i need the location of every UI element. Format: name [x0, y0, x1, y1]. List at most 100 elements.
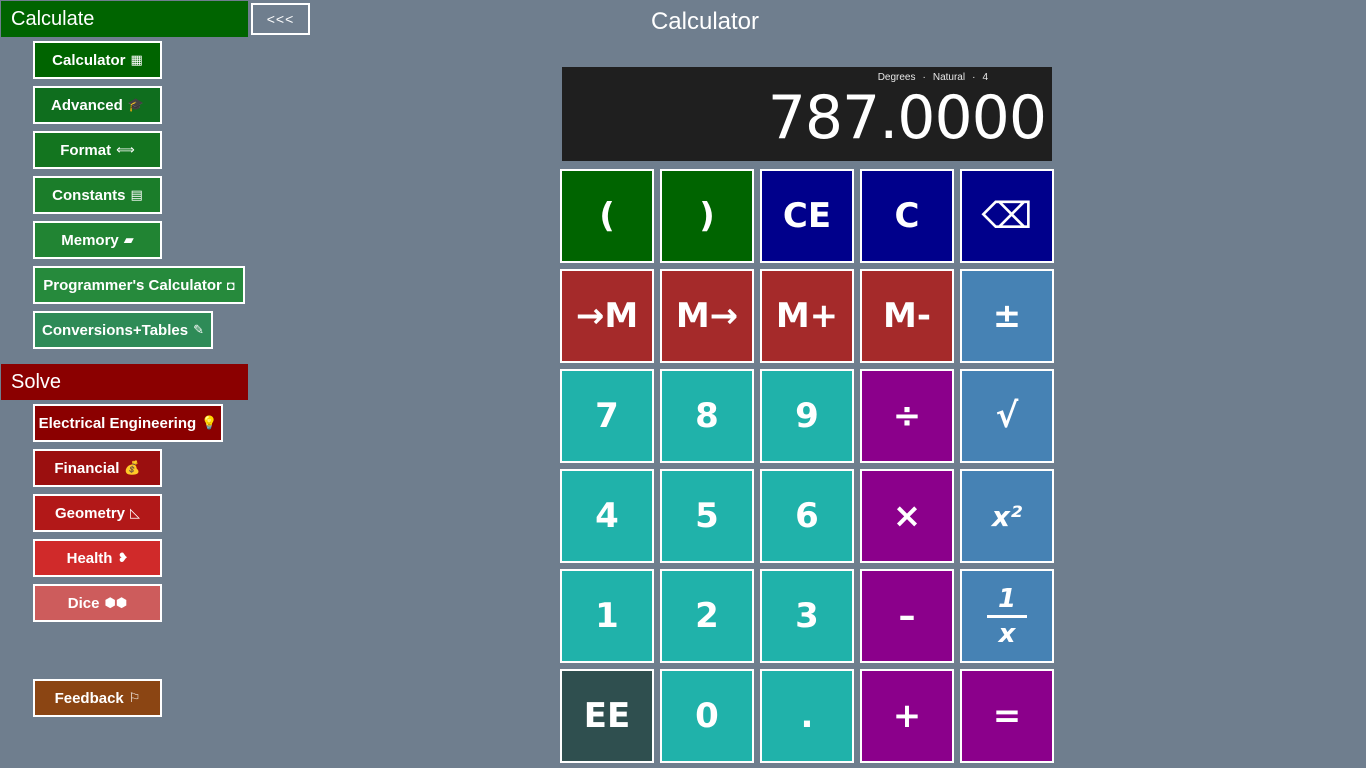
- key-label: 0: [695, 696, 719, 736]
- clear-entry-key[interactable]: CE: [760, 169, 854, 263]
- nav-button-advanced[interactable]: Advanced 🎓: [33, 86, 162, 124]
- key-label: 6: [795, 496, 819, 536]
- nav-button-dice[interactable]: Dice ⬢⬢: [33, 584, 162, 622]
- nav-button-memory[interactable]: Memory ▰: [33, 221, 162, 259]
- nav-button-label: Financial: [54, 459, 120, 477]
- calculator-icon: ▦: [130, 52, 143, 67]
- key-label: ): [699, 196, 715, 236]
- feedback-label: Feedback: [54, 689, 124, 707]
- multiply-key[interactable]: ×: [860, 469, 954, 563]
- nav-button-label: Calculator: [52, 51, 126, 69]
- key-label: ÷: [892, 396, 922, 436]
- nav-button-label: Health: [66, 549, 113, 567]
- key-label: (: [599, 196, 615, 236]
- key-label: C: [894, 196, 920, 236]
- feedback-icon: ⚐: [128, 690, 141, 705]
- memory-add-key[interactable]: M+: [760, 269, 854, 363]
- fraction-numerator: 1: [997, 583, 1017, 614]
- triangle-ruler-icon: ◺: [130, 505, 141, 520]
- key-label: +: [892, 696, 922, 736]
- nav-button-financial[interactable]: Financial 💰: [33, 449, 162, 487]
- money-bag-icon: 💰: [124, 460, 141, 475]
- key-label: →M: [575, 296, 639, 336]
- key-label: –: [898, 596, 916, 636]
- nav-button-label: Programmer's Calculator: [43, 276, 222, 294]
- fraction-denominator: x: [998, 618, 1016, 649]
- key-label: =: [992, 696, 1022, 736]
- key-label: M-: [883, 296, 931, 336]
- close-paren-key[interactable]: ): [660, 169, 754, 263]
- nav-button-label: Dice: [67, 594, 100, 612]
- key-label: x²: [991, 499, 1023, 533]
- nav-button-conversions-tables[interactable]: Conversions+Tables ✎: [33, 311, 213, 349]
- clear-key[interactable]: C: [860, 169, 954, 263]
- key-label: ⌫: [981, 195, 1033, 237]
- digit-8-key[interactable]: 8: [660, 369, 754, 463]
- nav-button-programmer-s-calculator[interactable]: Programmer's Calculator ◘: [33, 266, 245, 304]
- digit-5-key[interactable]: 5: [660, 469, 754, 563]
- key-label: 4: [595, 496, 619, 536]
- equals-key[interactable]: =: [960, 669, 1054, 763]
- digit-4-key[interactable]: 4: [560, 469, 654, 563]
- memory-icon: ▰: [123, 232, 134, 247]
- digit-2-key[interactable]: 2: [660, 569, 754, 663]
- health-icon: ❥: [117, 550, 129, 565]
- nav-button-electrical-engineering[interactable]: Electrical Engineering 💡: [33, 404, 223, 442]
- exponent-key[interactable]: EE: [560, 669, 654, 763]
- plus-minus-key[interactable]: ±: [960, 269, 1054, 363]
- nav-button-label: Format: [60, 141, 112, 159]
- digit-6-key[interactable]: 6: [760, 469, 854, 563]
- nav-button-health[interactable]: Health ❥: [33, 539, 162, 577]
- square-root-key[interactable]: √: [960, 369, 1054, 463]
- nav-button-constants[interactable]: Constants ▤: [33, 176, 162, 214]
- precision-label[interactable]: 4: [982, 72, 988, 83]
- collapse-sidebar-button[interactable]: <<<: [251, 3, 310, 35]
- key-label: 7: [595, 396, 619, 436]
- format-mode-label[interactable]: Natural: [933, 72, 965, 83]
- reciprocal-key[interactable]: 1x: [960, 569, 1054, 663]
- key-label: EE: [583, 696, 631, 736]
- nav-button-label: Conversions+Tables: [42, 321, 189, 339]
- solve-section-header: Solve: [1, 364, 248, 400]
- key-label: 2: [695, 596, 719, 636]
- nav-button-calculator[interactable]: Calculator ▦: [33, 41, 162, 79]
- key-label: .: [800, 696, 814, 736]
- page-title: Calculator: [650, 8, 760, 35]
- nav-button-format[interactable]: Format ⟺: [33, 131, 162, 169]
- square-key[interactable]: x²: [960, 469, 1054, 563]
- open-paren-key[interactable]: (: [560, 169, 654, 263]
- digit-7-key[interactable]: 7: [560, 369, 654, 463]
- angle-mode-label[interactable]: Degrees: [878, 72, 916, 83]
- list-icon: ▤: [130, 187, 143, 202]
- digit-9-key[interactable]: 9: [760, 369, 854, 463]
- key-label: ×: [892, 496, 922, 536]
- nav-button-label: Electrical Engineering: [38, 414, 197, 432]
- add-key[interactable]: +: [860, 669, 954, 763]
- key-label: √: [995, 396, 1019, 436]
- arrows-horizontal-icon: ⟺: [116, 142, 135, 157]
- backspace-key[interactable]: ⌫: [960, 169, 1054, 263]
- pencil-icon: ✎: [193, 322, 204, 337]
- divide-key[interactable]: ÷: [860, 369, 954, 463]
- display-status-bar: Degrees · Natural · 4: [877, 72, 988, 83]
- key-label: ±: [992, 296, 1022, 336]
- nav-button-label: Memory: [61, 231, 119, 249]
- memory-recall-key[interactable]: M→: [660, 269, 754, 363]
- digit-3-key[interactable]: 3: [760, 569, 854, 663]
- nav-button-geometry[interactable]: Geometry ◺: [33, 494, 162, 532]
- subtract-key[interactable]: –: [860, 569, 954, 663]
- dice-icon: ⬢⬢: [104, 595, 128, 610]
- key-label: M+: [775, 296, 839, 336]
- nav-button-label: Geometry: [54, 504, 126, 522]
- memory-subtract-key[interactable]: M-: [860, 269, 954, 363]
- key-label: CE: [782, 196, 832, 236]
- decimal-point-key[interactable]: .: [760, 669, 854, 763]
- key-label: 9: [795, 396, 819, 436]
- digit-1-key[interactable]: 1: [560, 569, 654, 663]
- digit-0-key[interactable]: 0: [660, 669, 754, 763]
- graduation-cap-icon: 🎓: [127, 97, 144, 112]
- feedback-button[interactable]: Feedback ⚐: [33, 679, 162, 717]
- reciprocal-fraction: 1x: [987, 586, 1027, 647]
- key-label: 1: [595, 596, 619, 636]
- memory-store-key[interactable]: →M: [560, 269, 654, 363]
